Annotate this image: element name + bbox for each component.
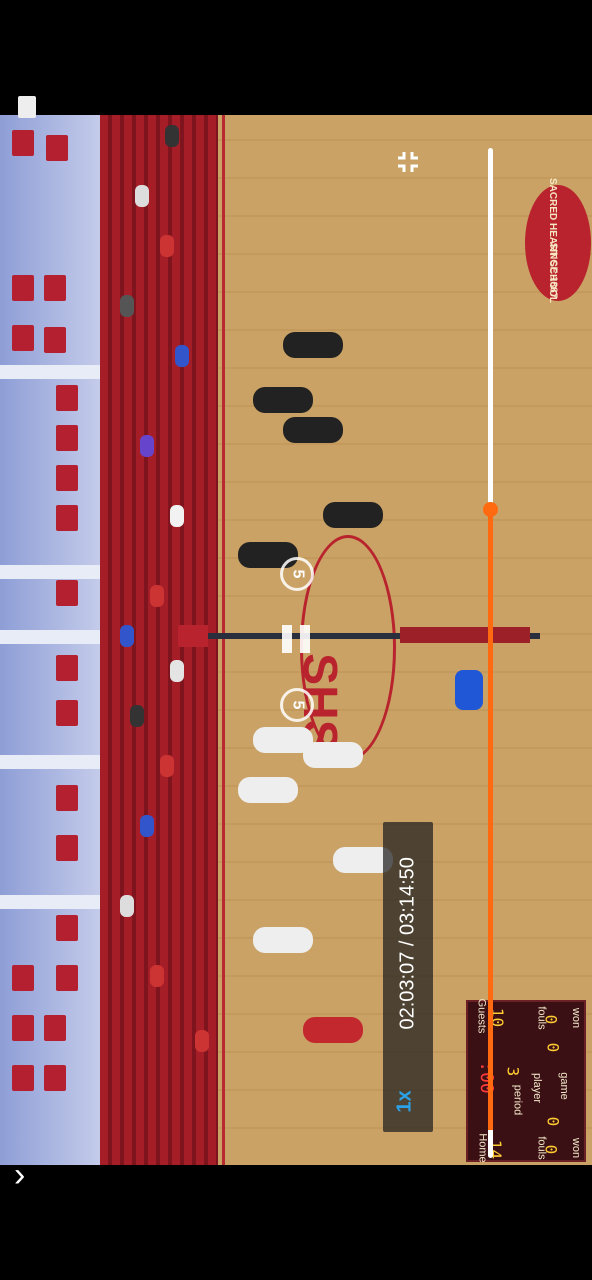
chevron-right-icon[interactable]: › <box>14 1156 25 1195</box>
pause-icon <box>300 625 310 653</box>
spectator <box>160 235 174 257</box>
spectator <box>135 185 149 207</box>
wall-stripe <box>0 365 102 379</box>
playback-speed-button[interactable]: 1x <box>394 1090 417 1112</box>
spectator <box>130 705 144 727</box>
pause-icon <box>282 625 292 653</box>
sponsor-banner <box>56 965 78 991</box>
spectator <box>140 435 154 457</box>
player <box>238 777 298 803</box>
scoreboard-game-label: game <box>557 1072 570 1100</box>
scoreboard-guests-label: Guests <box>475 998 488 1034</box>
sponsor-banner <box>12 325 34 351</box>
spectator <box>150 965 164 987</box>
scoreboard-won-left-value: 0 <box>543 1116 563 1127</box>
sponsor-banner <box>12 130 34 156</box>
sponsor-banner <box>44 1065 66 1091</box>
sponsor-banner <box>44 1015 66 1041</box>
spectator <box>175 345 189 367</box>
scoreboard-period-label: period <box>511 1084 524 1116</box>
scoreboard-won-right-value: 0 <box>543 1042 563 1053</box>
sponsor-banner <box>44 275 66 301</box>
scoreboard-period-value: 3 <box>503 1066 523 1077</box>
time-display: 02:03:07 / 03:14:50 <box>396 857 419 1030</box>
sponsor-banner <box>56 785 78 811</box>
spectator <box>140 815 154 837</box>
sponsor-banner <box>56 505 78 531</box>
sponsor-banner <box>12 1065 34 1091</box>
spectator <box>120 625 134 647</box>
net-post <box>400 627 530 643</box>
sponsor-banner <box>12 275 34 301</box>
spectator <box>120 895 134 917</box>
rewind-button[interactable]: 5 <box>280 557 314 591</box>
spectator <box>165 125 179 147</box>
referee <box>455 670 483 710</box>
spectator <box>170 660 184 682</box>
pause-button[interactable] <box>280 622 314 656</box>
spectator <box>170 505 184 527</box>
player <box>303 1017 363 1043</box>
net-post <box>178 625 208 647</box>
sponsor-banner <box>56 580 78 606</box>
spectator <box>120 295 134 317</box>
seek-progress <box>488 510 493 1130</box>
scoreboard-won-left-label: won <box>570 1137 583 1159</box>
bookmark-icon[interactable] <box>18 96 36 118</box>
sponsor-banner <box>12 965 34 991</box>
player <box>303 742 363 768</box>
sponsor-banner <box>12 1015 34 1041</box>
rewind-seconds: 5 <box>289 569 306 579</box>
wall-stripe <box>0 755 102 769</box>
spectator <box>195 1030 209 1052</box>
forward-button[interactable]: 5 <box>280 688 314 722</box>
sponsor-banner <box>56 700 78 726</box>
forward-seconds: 5 <box>289 700 306 710</box>
sponsor-banner <box>56 655 78 681</box>
wall-stripe <box>0 565 102 579</box>
sponsor-banner <box>56 425 78 451</box>
sponsor-banner <box>56 385 78 411</box>
wall-stripe <box>0 630 102 644</box>
spectator <box>150 585 164 607</box>
wall-stripe <box>0 895 102 909</box>
player <box>253 927 313 953</box>
sponsor-banner <box>56 835 78 861</box>
player <box>283 332 343 358</box>
collapse-icon[interactable] <box>394 148 422 176</box>
player <box>323 502 383 528</box>
player <box>253 387 313 413</box>
scoreboard-clock: :00 <box>475 1061 497 1094</box>
spectator <box>160 755 174 777</box>
player <box>283 417 343 443</box>
scoreboard: Home 14 Guests 10 :00 period 3 player fo… <box>466 998 586 1163</box>
since-text: SINCE 1887 <box>547 242 559 299</box>
scoreboard-fouls-left-value: 0 <box>541 1144 561 1155</box>
sponsor-banner <box>56 915 78 941</box>
scoreboard-player-label: player <box>530 1073 543 1103</box>
sponsor-banner <box>56 465 78 491</box>
sideline <box>222 115 225 1165</box>
scoreboard-won-right-label: won <box>570 1007 583 1029</box>
seek-thumb[interactable] <box>483 502 498 517</box>
sponsor-banner <box>44 327 66 353</box>
sponsor-banner <box>46 135 68 161</box>
scoreboard-fouls-right-value: 0 <box>541 1014 561 1025</box>
